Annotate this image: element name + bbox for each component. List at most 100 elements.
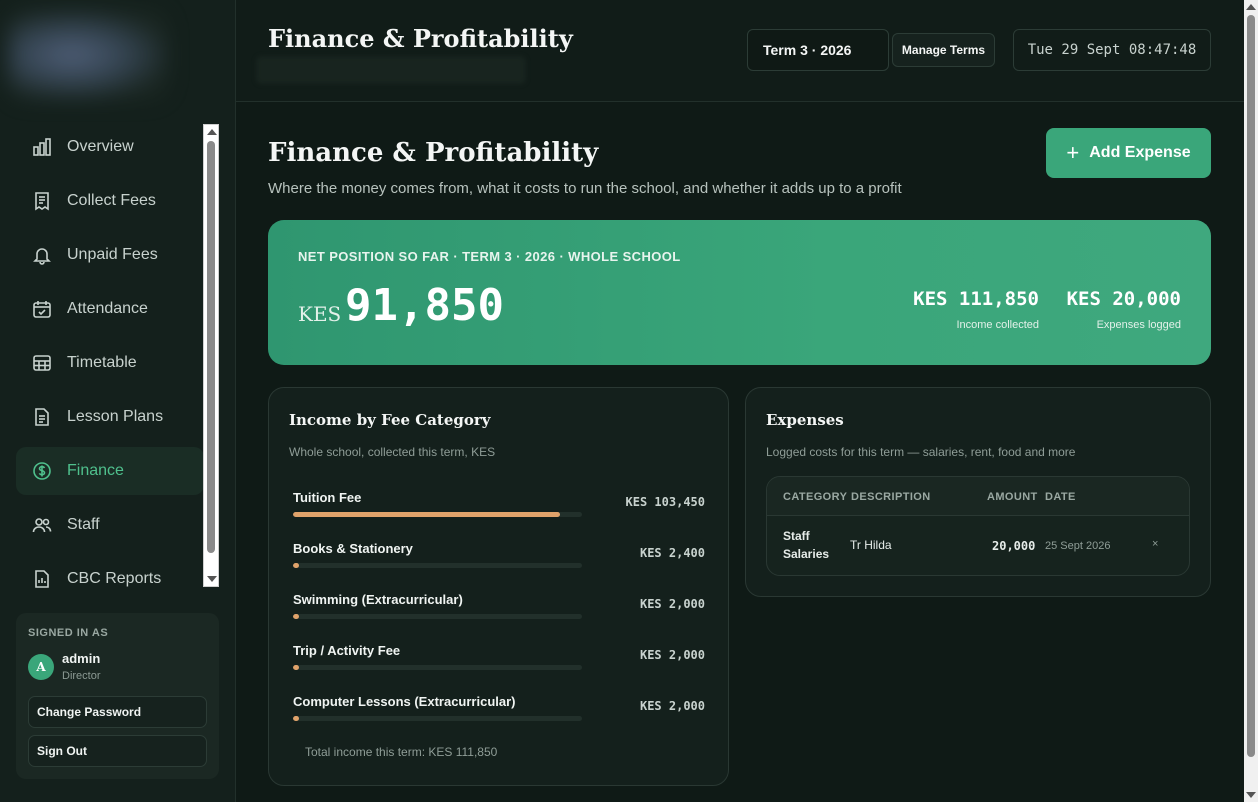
income-category: Trip / Activity Fee xyxy=(293,643,401,658)
scroll-down-icon[interactable] xyxy=(207,576,217,582)
document-icon xyxy=(35,408,49,426)
income-bar-track xyxy=(293,716,582,721)
column-header-category[interactable]: CATEGORY xyxy=(783,491,847,503)
sidebar-item-overview[interactable]: Overview xyxy=(16,123,204,171)
sidebar-item-collect-fees[interactable]: Collect Fees xyxy=(16,177,204,225)
user-card: SIGNED IN AS A admin Director Change Pas… xyxy=(16,613,219,779)
income-bar-track xyxy=(293,614,582,619)
sidebar-scrollbar[interactable] xyxy=(203,124,219,587)
bell-icon xyxy=(33,248,51,265)
receipt-icon xyxy=(35,192,49,211)
sidebar-item-lesson-plans[interactable]: Lesson Plans xyxy=(16,393,204,441)
income-category: Computer Lessons (Extracurricular) xyxy=(293,694,516,709)
income-bar-fill xyxy=(293,665,299,670)
expenses-logged-stat: KES 20,000 Expenses logged xyxy=(1067,288,1181,331)
signed-in-label: SIGNED IN AS xyxy=(28,627,109,639)
income-row: Swimming (Extracurricular) KES 2,000 xyxy=(293,592,705,642)
user-name: admin xyxy=(62,651,101,666)
bar-chart-icon xyxy=(33,138,51,156)
top-header: Finance & Profitability Term 3 · 2026 Ma… xyxy=(236,0,1244,102)
income-collected-value: KES 111,850 xyxy=(913,288,1039,310)
income-row: Computer Lessons (Extracurricular) KES 2… xyxy=(293,694,705,744)
sidebar-item-label: Finance xyxy=(67,462,124,479)
sidebar-item-unpaid-fees[interactable]: Unpaid Fees xyxy=(16,231,204,279)
sidebar-item-label: Staff xyxy=(67,516,100,533)
column-header-date[interactable]: DATE xyxy=(1045,491,1076,503)
clock: Tue 29 Sept 08:47:48 xyxy=(1013,29,1211,71)
sidebar-item-label: CBC Reports xyxy=(67,570,162,587)
income-bar-fill xyxy=(293,512,561,517)
income-bar-track xyxy=(293,563,582,568)
page-subtitle: Where the money comes from, what it cost… xyxy=(268,180,902,197)
users-icon xyxy=(32,518,52,533)
calendar-check-icon xyxy=(33,301,51,318)
expense-amount: 20,000 xyxy=(992,539,1036,553)
sidebar: Overview Collect Fees Unpaid Fees Attend… xyxy=(0,0,236,802)
income-bar-fill xyxy=(293,563,300,568)
expense-category-line2: Salaries xyxy=(783,547,830,561)
net-position-card: NET POSITION SO FAR · TERM 3 · 2026 · WH… xyxy=(268,220,1211,365)
income-amount: KES 2,400 xyxy=(639,546,705,560)
income-amount: KES 2,000 xyxy=(639,648,705,662)
income-bar-track xyxy=(293,665,582,670)
school-logo xyxy=(8,10,168,100)
manage-terms-button[interactable]: Manage Terms xyxy=(892,33,995,67)
sign-out-button[interactable]: Sign Out xyxy=(28,735,207,767)
add-expense-button[interactable]: + Add Expense xyxy=(1046,128,1211,178)
expenses-card-title: Expenses xyxy=(766,411,844,429)
expenses-card-subtitle: Logged costs for this term — salaries, r… xyxy=(766,445,1076,459)
income-category: Swimming (Extracurricular) xyxy=(293,592,463,607)
add-expense-label: Add Expense xyxy=(1089,144,1191,161)
dollar-circle-icon xyxy=(33,462,51,480)
income-amount: KES 103,450 xyxy=(625,495,705,509)
income-bar-track xyxy=(293,512,582,517)
table-header: CATEGORY DESCRIPTION AMOUNT DATE xyxy=(767,477,1189,516)
income-collected-stat: KES 111,850 Income collected xyxy=(913,288,1039,331)
income-amount: KES 2,000 xyxy=(639,597,705,611)
sidebar-item-label: Attendance xyxy=(67,300,148,317)
income-card-subtitle: Whole school, collected this term, KES xyxy=(289,445,496,459)
net-value: 91,850 xyxy=(345,280,504,331)
delete-expense-icon[interactable]: × xyxy=(1152,538,1158,550)
income-collected-label: Income collected xyxy=(956,319,1039,331)
page-scrollbar[interactable] xyxy=(1244,0,1258,802)
sidebar-item-finance[interactable]: Finance xyxy=(16,447,204,495)
expenses-card: Expenses Logged costs for this term — sa… xyxy=(745,387,1211,597)
net-position-label: NET POSITION SO FAR · TERM 3 · 2026 · WH… xyxy=(298,249,681,264)
term-select[interactable]: Term 3 · 2026 xyxy=(747,29,889,71)
sidebar-nav: Overview Collect Fees Unpaid Fees Attend… xyxy=(16,123,204,588)
scroll-up-icon[interactable] xyxy=(207,129,217,135)
sidebar-item-attendance[interactable]: Attendance xyxy=(16,285,204,333)
sidebar-item-label: Unpaid Fees xyxy=(67,246,158,263)
column-header-description[interactable]: DESCRIPTION xyxy=(851,491,931,503)
plus-icon: + xyxy=(1066,140,1080,165)
scroll-up-icon[interactable] xyxy=(1246,4,1256,10)
income-row: Trip / Activity Fee KES 2,000 xyxy=(293,643,705,693)
sidebar-item-cbc-reports[interactable]: CBC Reports xyxy=(16,555,204,588)
income-category: Tuition Fee xyxy=(293,490,362,505)
scroll-down-icon[interactable] xyxy=(1246,792,1256,798)
scroll-thumb[interactable] xyxy=(1247,15,1255,757)
income-category: Books & Stationery xyxy=(293,541,413,556)
scroll-thumb[interactable] xyxy=(207,141,215,553)
sidebar-item-staff[interactable]: Staff xyxy=(16,501,204,549)
income-bar-fill xyxy=(293,716,299,721)
expense-date: 25 Sept 2026 xyxy=(1045,540,1111,552)
expenses-logged-label: Expenses logged xyxy=(1096,319,1181,331)
sidebar-item-label: Overview xyxy=(67,138,134,155)
sidebar-item-timetable[interactable]: Timetable xyxy=(16,339,204,387)
page-title: Finance & Profitability xyxy=(268,138,599,168)
income-card: Income by Fee Category Whole school, col… xyxy=(268,387,729,786)
avatar: A xyxy=(28,653,54,680)
column-header-amount[interactable]: AMOUNT xyxy=(987,491,1038,503)
header-title: Finance & Profitability xyxy=(268,24,573,53)
expenses-logged-value: KES 20,000 xyxy=(1066,288,1181,310)
sidebar-item-label: Lesson Plans xyxy=(67,408,164,425)
income-card-title: Income by Fee Category xyxy=(289,411,491,429)
grid-table-icon xyxy=(33,355,51,371)
change-password-button[interactable]: Change Password xyxy=(28,696,207,728)
header-subtitle-blurred xyxy=(256,56,526,84)
user-role: Director xyxy=(62,670,101,682)
income-total: Total income this term: KES 111,850 xyxy=(305,745,498,759)
sidebar-item-label: Collect Fees xyxy=(67,192,156,209)
